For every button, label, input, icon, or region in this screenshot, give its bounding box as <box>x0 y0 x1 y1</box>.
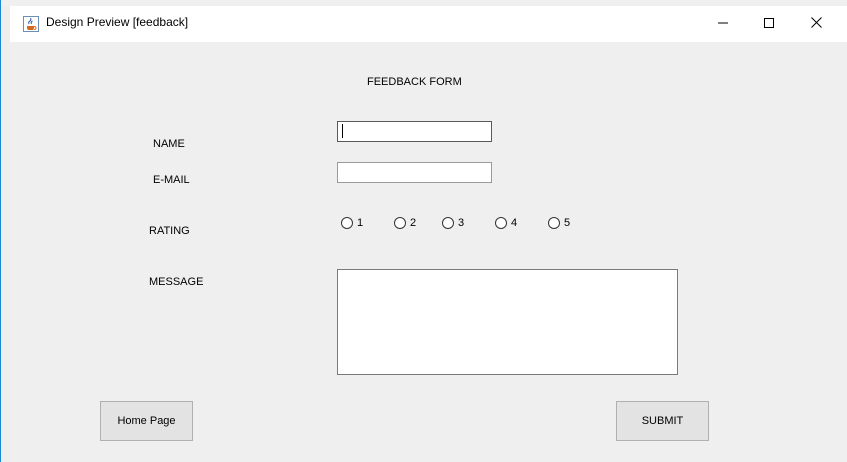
rating-option-label: 5 <box>564 217 571 229</box>
rating-radio-5[interactable]: 5 <box>548 215 570 231</box>
submit-button[interactable]: SUBMIT <box>616 401 709 441</box>
name-field[interactable] <box>337 121 492 142</box>
java-coffee-cup-icon <box>23 16 39 32</box>
email-field[interactable] <box>337 162 492 183</box>
design-preview-window: Design Preview [feedback] FEEDBACK FORM … <box>10 6 847 462</box>
rating-radio-4[interactable]: 4 <box>495 215 517 231</box>
radio-circle-icon <box>495 217 507 229</box>
rating-label: RATING <box>149 225 190 237</box>
radio-circle-icon <box>548 217 560 229</box>
minimize-icon <box>718 15 728 33</box>
email-label: E-MAIL <box>153 174 190 186</box>
home-page-button[interactable]: Home Page <box>100 401 193 441</box>
close-button[interactable] <box>793 6 839 42</box>
minimize-button[interactable] <box>700 6 746 42</box>
radio-circle-icon <box>341 217 353 229</box>
rating-option-label: 1 <box>357 217 364 229</box>
window-border <box>0 0 1 462</box>
radio-circle-icon <box>394 217 406 229</box>
close-icon <box>810 15 822 33</box>
rating-radio-3[interactable]: 3 <box>442 215 464 231</box>
rating-radio-1[interactable]: 1 <box>341 215 363 231</box>
rating-option-label: 3 <box>458 217 465 229</box>
message-textarea[interactable] <box>337 269 678 375</box>
rating-option-label: 2 <box>410 217 417 229</box>
rating-radio-2[interactable]: 2 <box>394 215 416 231</box>
window-title: Design Preview [feedback] <box>46 15 189 29</box>
message-label: MESSAGE <box>149 276 204 288</box>
form-heading: FEEDBACK FORM <box>367 76 462 88</box>
title-bar[interactable]: Design Preview [feedback] <box>10 6 847 42</box>
text-caret <box>342 124 343 138</box>
maximize-icon <box>764 15 774 33</box>
radio-circle-icon <box>442 217 454 229</box>
rating-option-label: 4 <box>511 217 518 229</box>
maximize-button[interactable] <box>746 6 792 42</box>
name-label: NAME <box>153 138 185 150</box>
